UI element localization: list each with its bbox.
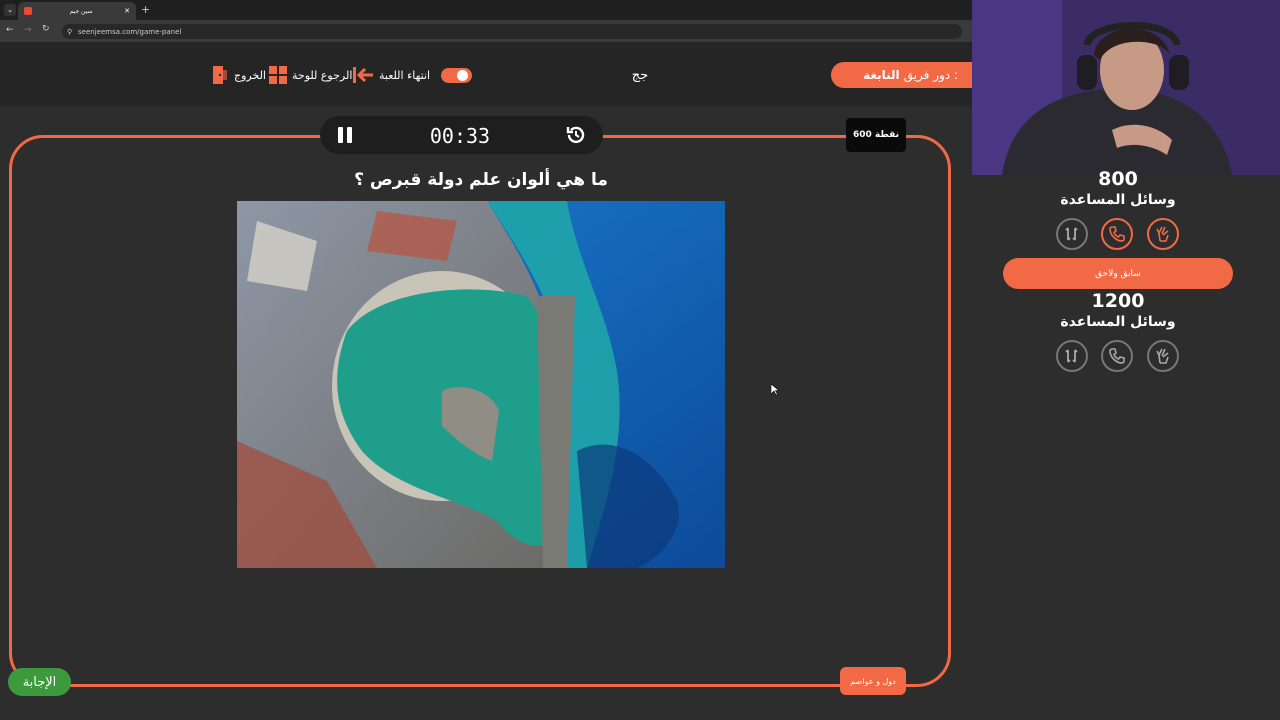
tab-close-icon[interactable]: ✕ — [124, 7, 130, 15]
pause-button[interactable] — [336, 126, 354, 144]
back-to-board-button[interactable]: الرجوع للوحة — [269, 64, 352, 86]
back-to-board-label: الرجوع للوحة — [292, 68, 353, 82]
tab-menu-icon[interactable]: ⌄ — [4, 4, 16, 16]
address-input[interactable]: ⚲ seenjeemsa.com/game-panel — [62, 24, 962, 39]
team-1-double-icon[interactable] — [1056, 218, 1088, 250]
end-game-button[interactable]: انتهاء اللعبة — [352, 64, 430, 86]
webcam-feed — [972, 0, 1280, 175]
turn-label: دور فريق : — [903, 68, 958, 82]
current-turn-pill: النابغة دور فريق : — [831, 62, 972, 88]
new-tab-button[interactable]: + — [141, 3, 150, 16]
team-name: جج — [631, 68, 649, 83]
exit-label: الخروج — [234, 68, 266, 82]
exit-door-icon — [213, 66, 227, 84]
reset-timer-button[interactable] — [565, 124, 587, 146]
countdown-timer: 00:33 — [429, 124, 491, 148]
team-1-phone-icon[interactable] — [1101, 218, 1133, 250]
question-image — [237, 201, 725, 568]
team-2-phone-icon[interactable] — [1101, 340, 1133, 372]
team-1-aids-title: وسائل المساعدة — [1060, 192, 1176, 208]
switch-turn-button[interactable]: سابق ولاحق — [1003, 258, 1233, 289]
forward-arrow-icon[interactable]: → — [24, 25, 32, 35]
exit-button[interactable]: الخروج — [211, 64, 266, 86]
browser-tab-bar: ⌄ + — [0, 0, 972, 20]
team-1-score: 800 — [1098, 168, 1138, 190]
site-favicon-icon — [24, 7, 32, 15]
reload-icon[interactable]: ↻ — [42, 24, 50, 34]
toggle-knob — [457, 70, 468, 81]
question-text: ما هي ألوان علم دولة قبرص ؟ — [354, 170, 608, 190]
points-badge: 600 نقطة — [846, 118, 906, 152]
turn-team-name: النابغة — [863, 68, 900, 82]
toggle-switch[interactable] — [441, 68, 472, 83]
browser-tab[interactable]: سين جيم ✕ — [18, 2, 136, 20]
end-game-label: انتهاء اللعبة — [379, 68, 431, 82]
history-reset-icon — [566, 126, 585, 144]
team-1-hand-icon[interactable] — [1147, 218, 1179, 250]
mouse-cursor-icon — [770, 381, 780, 400]
tab-title: سين جيم — [69, 7, 93, 15]
pause-icon — [338, 127, 352, 143]
arrow-end-icon — [353, 67, 373, 83]
answer-button[interactable]: الإجابة — [8, 668, 71, 696]
back-arrow-icon[interactable]: ← — [6, 25, 14, 35]
url-text: seenjeemsa.com/game-panel — [78, 27, 182, 36]
team-2-score: 1200 — [1091, 290, 1145, 312]
game-header — [0, 42, 972, 106]
site-info-icon: ⚲ — [67, 27, 73, 36]
team-2-aids-title: وسائل المساعدة — [1060, 314, 1176, 330]
team-2-double-icon[interactable] — [1056, 340, 1088, 372]
team-2-hand-icon[interactable] — [1147, 340, 1179, 372]
grid-icon — [269, 66, 287, 84]
category-badge: دول و عواصم — [840, 667, 906, 695]
